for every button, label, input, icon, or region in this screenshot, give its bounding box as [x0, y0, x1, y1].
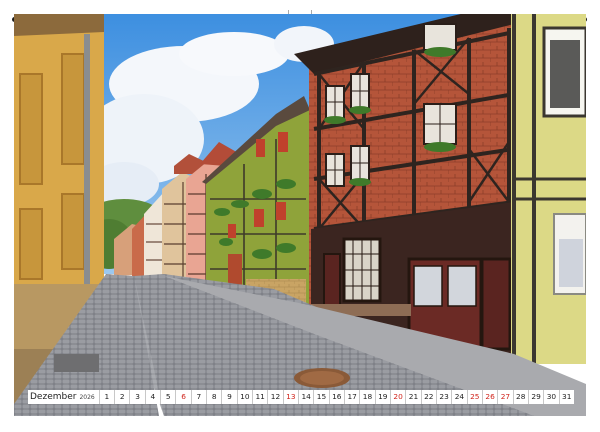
day-cell: 31 [558, 390, 574, 404]
street-scene-illustration [14, 14, 586, 416]
calendar-strip: Dezember 2026 1 2 3 4 5 6 7 8 9 10 11 12 13 14 15 16 17 1… [28, 390, 574, 404]
day-cell: 7 [190, 390, 206, 404]
day-cell: 19 [374, 390, 390, 404]
day-cell: 3 [129, 390, 144, 404]
day-cell: 14 [298, 390, 313, 404]
year-label: 2026 [79, 393, 95, 401]
day-cell: 16 [328, 390, 344, 404]
day-cell: 5 [160, 390, 175, 404]
day-cell: 17 [343, 390, 359, 404]
day-cell: 22 [420, 390, 436, 404]
month-label: Dezember [30, 392, 77, 402]
day-cell: 10 [236, 390, 252, 404]
day-cell: 12 [267, 390, 282, 404]
day-cell: 2 [114, 390, 129, 404]
day-cell: 30 [543, 390, 558, 404]
day-cell: 28 [512, 390, 528, 404]
day-cell: 15 [313, 390, 328, 404]
day-cell: 20 [389, 390, 405, 404]
day-cell: 24 [451, 390, 466, 404]
day-cell: 23 [435, 390, 451, 404]
day-cell: 21 [405, 390, 420, 404]
day-cell: 11 [252, 390, 267, 404]
day-cell: 1 [98, 390, 114, 404]
day-list: 1 2 3 4 5 6 7 8 9 10 11 12 13 14 15 16 17 18 19 20 21 22 23 24 2… [98, 390, 574, 404]
day-cell: 8 [206, 390, 221, 404]
day-cell: 4 [144, 390, 160, 404]
day-cell: 13 [282, 390, 298, 404]
day-cell: 29 [527, 390, 543, 404]
day-cell: 26 [481, 390, 497, 404]
day-cell: 18 [359, 390, 374, 404]
day-cell: 9 [221, 390, 236, 404]
day-cell: 6 [175, 390, 190, 404]
day-cell: 25 [466, 390, 482, 404]
calendar-photo [14, 14, 586, 416]
day-cell: 27 [497, 390, 512, 404]
